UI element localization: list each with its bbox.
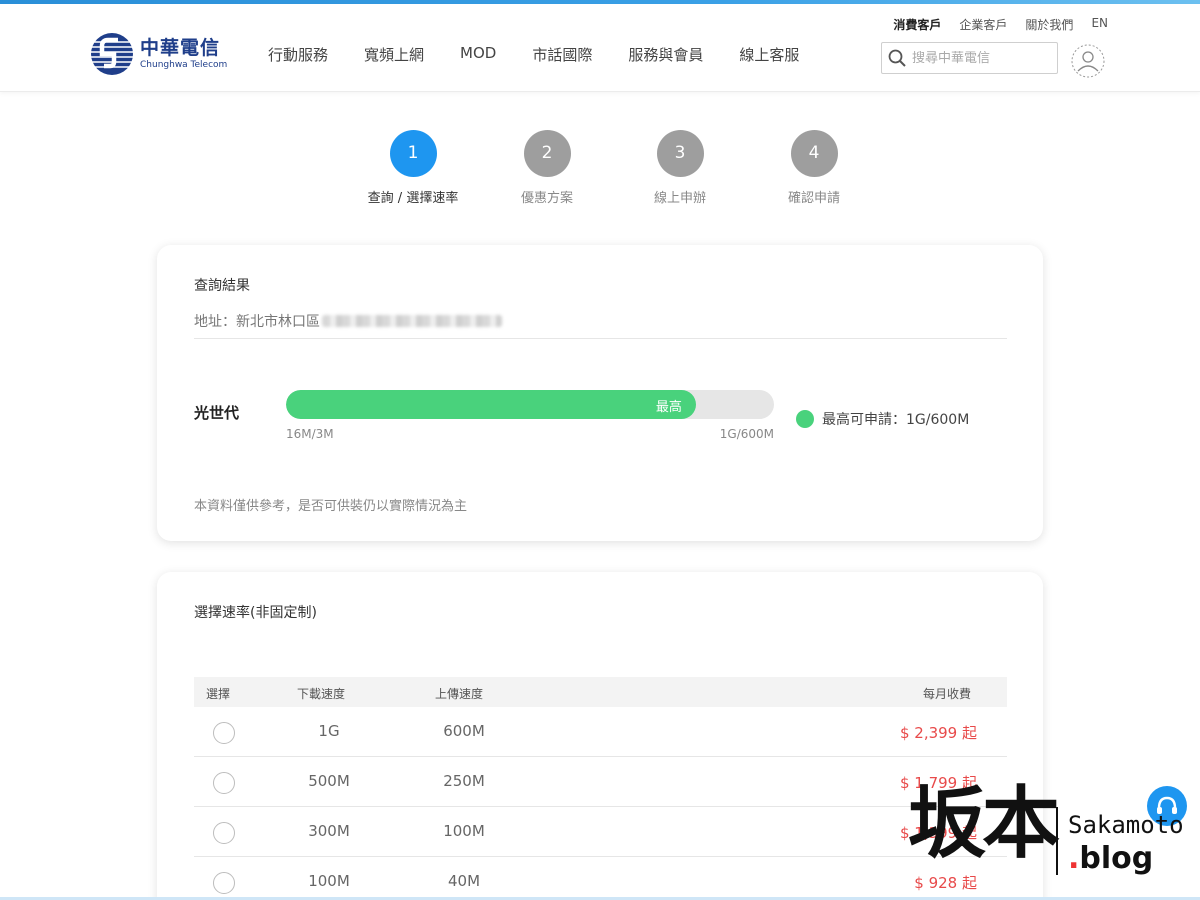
speed-bar-max: 1G/600M (719, 427, 774, 441)
nav-online-support[interactable]: 線上客服 (739, 44, 799, 65)
nav-broadband[interactable]: 寬頻上網 (364, 44, 424, 65)
chunghwa-logo[interactable]: 中華電信 Chunghwa Telecom (90, 32, 227, 76)
main-nav: 行動服務 寬頻上網 MOD 市話國際 服務與會員 線上客服 (250, 44, 817, 65)
speed-radio[interactable] (213, 872, 235, 894)
speed-table: 選擇 下載速度 上傳速度 每月收費 1G 600M $ 2,399 起 500M… (194, 677, 1007, 900)
speed-table-header: 選擇 下載速度 上傳速度 每月收費 (194, 677, 1007, 707)
watermark-blog-text: blog (1079, 841, 1154, 876)
download-speed: 500M (308, 772, 350, 790)
download-speed: 1G (318, 722, 340, 740)
download-speed: 100M (308, 872, 350, 890)
search-box (881, 42, 1058, 74)
step-1: 1 查詢 / 選擇速率 (338, 130, 488, 206)
watermark-dot: . (1068, 841, 1080, 876)
nav-local-international[interactable]: 市話國際 (532, 44, 592, 65)
speed-bar-fill: 最高 (286, 390, 696, 419)
logo-english-name: Chunghwa Telecom (140, 59, 228, 70)
header-monthly-fee: 每月收費 (922, 687, 971, 701)
step-2: 2 優惠方案 (472, 130, 622, 206)
header-select: 選擇 (206, 687, 231, 701)
speed-radio[interactable] (213, 772, 235, 794)
step-3-label: 線上申辦 (653, 191, 706, 206)
chunghwa-logo-icon (91, 33, 133, 75)
step-1-label: 查詢 / 選擇速率 (367, 191, 459, 206)
step-4-number: 4 (790, 130, 838, 177)
utility-links: 消費客戶 企業客戶 關於我們 EN (875, 16, 1108, 33)
speed-bar-track: 最高 (286, 390, 774, 419)
divider (194, 338, 1007, 339)
watermark-blog: .blog (1068, 841, 1153, 876)
plan-name: 光世代 (194, 404, 240, 422)
step-2-number: 2 (523, 130, 571, 177)
legend-text: 最高可申請：1G/600M (822, 412, 970, 428)
search-icon[interactable] (888, 49, 906, 67)
speed-bar-label: 最高 (655, 400, 682, 415)
table-row[interactable]: 300M 100M $ 1,399 起 (194, 807, 1007, 857)
watermark-sakamoto: Sakamoto (1068, 811, 1184, 839)
util-about[interactable]: 關於我們 (1025, 16, 1073, 33)
query-result-title: 查詢結果 (194, 278, 250, 294)
address-redacted (322, 315, 502, 327)
address: 地址：新北市林口區 (194, 311, 502, 331)
table-row[interactable]: 500M 250M $ 1,799 起 (194, 757, 1007, 807)
util-language-en[interactable]: EN (1091, 16, 1108, 33)
step-1-number: 1 (389, 130, 437, 177)
speed-legend: 最高可申請：1G/600M (796, 409, 969, 429)
nav-mod[interactable]: MOD (460, 44, 496, 65)
speed-selection-title: 選擇速率(非固定制) (194, 605, 317, 621)
table-row[interactable]: 1G 600M $ 2,399 起 (194, 707, 1007, 757)
disclaimer-note: 本資料僅供參考，是否可供裝仍以實際情況為主 (194, 499, 468, 514)
step-2-label: 優惠方案 (520, 191, 573, 206)
table-row[interactable]: 100M 40M $ 928 起 (194, 857, 1007, 900)
header-download: 下載速度 (297, 687, 346, 701)
monthly-price: $ 2,399 起 (899, 724, 977, 742)
watermark-chinese: 坂本 (908, 778, 1060, 869)
speed-radio[interactable] (213, 722, 235, 744)
nav-mobile-services[interactable]: 行動服務 (268, 44, 328, 65)
user-account-icon[interactable] (1071, 44, 1105, 78)
speed-bar-min: 16M/3M (286, 427, 334, 441)
query-result-card: 查詢結果 地址：新北市林口區 光世代 最高 16M/3M 1G/600M 最高可… (157, 245, 1043, 541)
sakamoto-blog-watermark: 坂本 Sakamoto .blog (908, 785, 1198, 900)
step-4-label: 確認申請 (787, 191, 840, 206)
util-consumer[interactable]: 消費客戶 (893, 16, 941, 33)
step-3: 3 線上申辦 (605, 130, 755, 206)
speed-radio[interactable] (213, 822, 235, 844)
header-upload: 上傳速度 (435, 687, 484, 701)
site-header: 中華電信 Chunghwa Telecom 行動服務 寬頻上網 MOD 市話國際… (0, 4, 1200, 92)
progress-steps: 1 查詢 / 選擇速率 2 優惠方案 3 線上申辦 4 確認申請 (0, 130, 1200, 210)
util-enterprise[interactable]: 企業客戶 (959, 16, 1007, 33)
download-speed: 300M (308, 822, 350, 840)
watermark-separator (1056, 807, 1058, 875)
search-input[interactable] (912, 50, 1052, 66)
upload-speed: 100M (443, 822, 485, 840)
step-3-number: 3 (656, 130, 704, 177)
address-text: 地址：新北市林口區 (194, 314, 320, 330)
upload-speed: 40M (447, 872, 481, 890)
upload-speed: 600M (443, 722, 485, 740)
nav-services-members[interactable]: 服務與會員 (628, 44, 703, 65)
logo-chinese-name: 中華電信 (140, 36, 221, 59)
upload-speed: 250M (443, 772, 485, 790)
legend-dot-icon (796, 410, 814, 428)
step-4: 4 確認申請 (739, 130, 889, 206)
